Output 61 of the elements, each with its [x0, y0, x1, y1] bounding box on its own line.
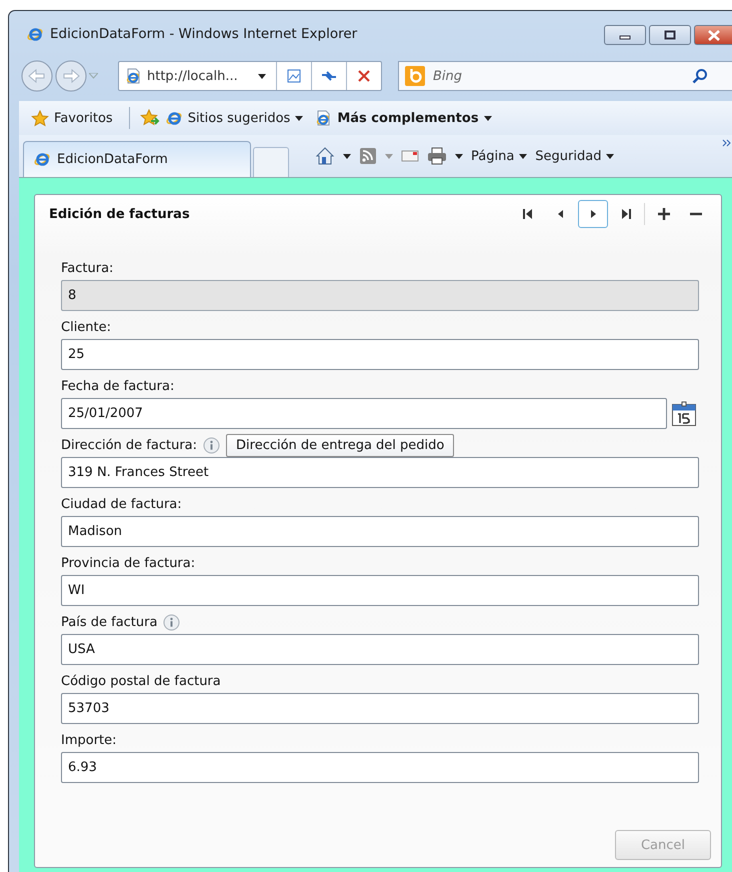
ie-icon: [27, 26, 44, 42]
star-icon: [31, 110, 49, 126]
field-label: Cliente:: [61, 320, 112, 334]
favorites-item[interactable]: Sitios sugeridos: [166, 110, 304, 126]
info-icon[interactable]: [163, 614, 180, 630]
caret-icon[interactable]: [343, 154, 351, 158]
field-label: Fecha de factura:: [61, 378, 174, 394]
browser-tab[interactable]: EdicionDataForm: [23, 141, 251, 177]
search-icon[interactable]: [692, 68, 708, 84]
input-field[interactable]: Madison: [61, 516, 699, 547]
command-menu[interactable]: Página: [471, 148, 528, 164]
ie-icon: [34, 151, 51, 168]
favorites-item[interactable]: Más complementos: [315, 110, 492, 126]
printer-icon[interactable]: [427, 147, 447, 165]
favorites-item[interactable]: Favoritos: [31, 110, 113, 126]
caret-icon[interactable]: [295, 116, 304, 120]
input-field[interactable]: 53703: [61, 693, 699, 724]
field-label: Dirección de factura:: [61, 438, 198, 452]
form-title: Edición de facturas: [49, 206, 190, 222]
input-field[interactable]: USA: [61, 634, 699, 665]
search-field[interactable]: Bing: [398, 61, 732, 91]
field-label: Importe:: [61, 732, 117, 748]
bing-icon: [405, 66, 425, 86]
input-field[interactable]: 6.93: [61, 752, 699, 783]
close-icon: [708, 30, 720, 40]
add-icon: [657, 207, 671, 221]
input-field[interactable]: 8: [61, 280, 699, 311]
maximize-icon: [664, 30, 676, 40]
close-button[interactable]: [694, 25, 732, 45]
chevron-icon[interactable]: [722, 139, 732, 147]
calendar-icon[interactable]: [671, 400, 697, 426]
caret-icon[interactable]: [455, 154, 463, 158]
input-field[interactable]: 25: [61, 339, 699, 370]
tooltip: Dirección de entrega del pedido: [226, 434, 454, 456]
window-title: EdicionDataForm - Windows Internet Explorer: [50, 26, 358, 42]
caret-icon[interactable]: [606, 154, 614, 158]
date-field[interactable]: 25/01/2007: [61, 398, 667, 429]
caret-icon[interactable]: [258, 74, 266, 78]
ie-icon: [166, 110, 183, 126]
address-field[interactable]: http://localh...: [118, 61, 382, 91]
field-label: País de factura: [61, 614, 158, 630]
maximize-button[interactable]: [649, 25, 691, 45]
command-menu[interactable]: Seguridad: [535, 148, 614, 164]
field-label: Factura:: [61, 260, 114, 276]
field-label: Ciudad de factura:: [61, 496, 182, 512]
minimize-button[interactable]: [604, 25, 646, 45]
field-label: Provincia de factura:: [61, 556, 196, 570]
input-field[interactable]: 319 N. Frances Street: [61, 457, 699, 488]
stop-icon: [357, 69, 371, 83]
home-icon[interactable]: [315, 146, 335, 166]
caret-icon[interactable]: [484, 116, 492, 120]
field-label: Código postal de factura: [61, 674, 221, 688]
page-icon: [125, 68, 142, 84]
feed-icon[interactable]: [359, 147, 377, 165]
add-favorite-icon[interactable]: [140, 109, 160, 127]
caret-icon[interactable]: [519, 154, 528, 158]
info-icon[interactable]: [203, 436, 220, 454]
input-field[interactable]: WI: [61, 575, 699, 606]
page-icon: [315, 110, 332, 126]
mail-icon[interactable]: [401, 149, 419, 163]
next-button[interactable]: [578, 200, 608, 228]
